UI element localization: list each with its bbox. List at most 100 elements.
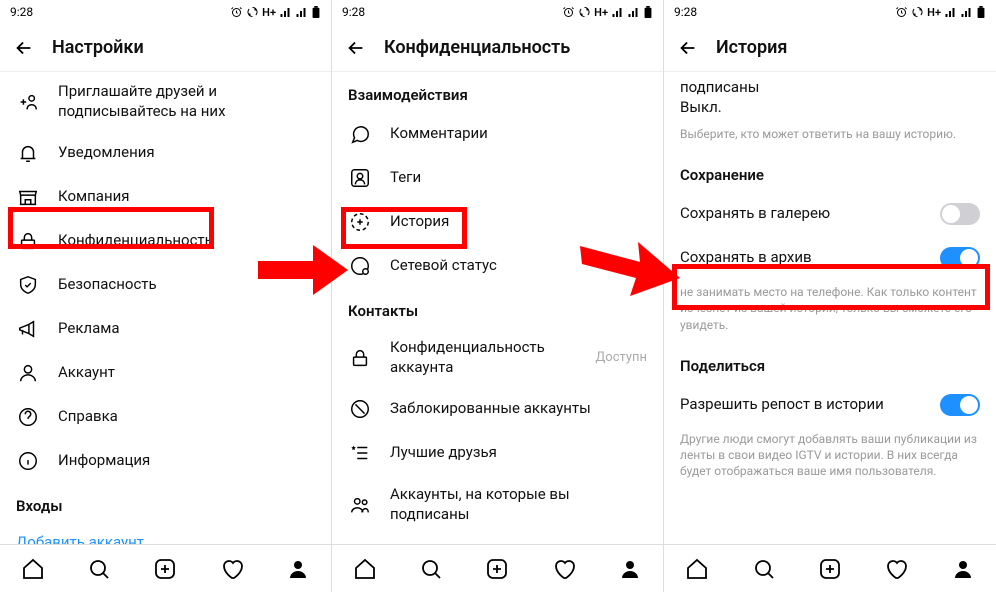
signal-icon xyxy=(611,6,624,18)
reply-hint: Выберите, кто может ответить на вашу ист… xyxy=(664,122,996,152)
comment-icon xyxy=(348,123,372,145)
nav-home[interactable] xyxy=(345,549,385,589)
status-bar: 9:28 H+ xyxy=(664,0,996,24)
row-security[interactable]: Безопасность xyxy=(0,263,331,307)
home-icon xyxy=(685,557,709,581)
status-time: 9:28 xyxy=(10,5,33,19)
nav-profile[interactable] xyxy=(943,549,983,589)
heart-icon xyxy=(552,557,576,581)
toggle-save-gallery[interactable] xyxy=(940,203,980,225)
row-label: Информация xyxy=(58,451,150,471)
heart-icon xyxy=(220,557,244,581)
row-help[interactable]: Справка xyxy=(0,395,331,439)
nav-home[interactable] xyxy=(677,549,717,589)
screen-settings: 9:28 H+ Настройки Приглашайте друзей и п… xyxy=(0,0,332,592)
logins-header: Входы xyxy=(0,483,331,523)
add-account-link[interactable]: Добавить аккаунт xyxy=(0,523,331,544)
row-privacy[interactable]: Конфиденциальность xyxy=(0,219,331,263)
row-label: Аккаунты, на которые вы подписаны xyxy=(390,485,647,524)
shield-icon xyxy=(16,274,40,296)
sync-icon xyxy=(578,6,591,18)
row-activity-status[interactable]: Сетевой статус xyxy=(332,244,663,288)
star-list-icon xyxy=(348,442,372,464)
row-ads[interactable]: Реклама xyxy=(0,307,331,351)
nav-activity[interactable] xyxy=(212,549,252,589)
alarm-icon xyxy=(230,6,243,18)
signal-icon-2 xyxy=(295,6,308,18)
story-settings: подписаны Выкл. Выберите, кто может отве… xyxy=(664,72,996,544)
search-icon xyxy=(87,557,111,581)
section-save: Сохранение xyxy=(664,152,996,192)
row-business[interactable]: Компания xyxy=(0,175,331,219)
arrow-left-icon xyxy=(677,37,699,59)
nav-home[interactable] xyxy=(13,549,53,589)
network-type: H+ xyxy=(594,6,608,18)
nav-profile[interactable] xyxy=(278,549,318,589)
row-label: Лучшие друзья xyxy=(390,443,497,463)
row-invite-friends[interactable]: Приглашайте друзей и подписывайтесь на н… xyxy=(0,72,331,131)
row-label: Сохранять в архив xyxy=(680,248,812,268)
lock-icon xyxy=(16,230,40,252)
back-button[interactable] xyxy=(344,36,368,60)
screen-story: 9:28 H+ История подписаны Выкл. Выберите… xyxy=(664,0,996,592)
signal-icon-2 xyxy=(627,6,640,18)
row-account-privacy[interactable]: Конфиденциальность аккаунта Доступн xyxy=(332,328,663,387)
row-label: Разрешить репост в истории xyxy=(680,395,884,415)
battery-icon xyxy=(643,6,653,18)
screen-privacy: 9:28 H+ Конфиденциальность Взаимодействи… xyxy=(332,0,664,592)
row-label: Теги xyxy=(390,168,421,188)
row-label: Конфиденциальность xyxy=(58,231,213,251)
bell-icon xyxy=(16,142,40,164)
header: Настройки xyxy=(0,24,331,72)
nav-add[interactable] xyxy=(810,549,850,589)
toggle-allow-repost[interactable] xyxy=(940,394,980,416)
signal-icon xyxy=(944,6,957,18)
section-interactions: Взаимодействия xyxy=(332,72,663,112)
row-story[interactable]: История xyxy=(332,200,663,244)
row-label: Конфиденциальность аккаунта xyxy=(390,338,596,377)
row-about[interactable]: Информация xyxy=(0,439,331,483)
row-following[interactable]: Аккаунты, на которые вы подписаны xyxy=(332,475,663,534)
profile-icon xyxy=(618,557,642,581)
plus-square-icon xyxy=(485,557,509,581)
status-time: 9:28 xyxy=(674,5,697,19)
heart-icon xyxy=(884,557,908,581)
row-save-gallery[interactable]: Сохранять в галерею xyxy=(664,192,996,236)
row-notifications[interactable]: Уведомления xyxy=(0,131,331,175)
nav-search[interactable] xyxy=(79,549,119,589)
sync-icon xyxy=(911,6,924,18)
profile-icon xyxy=(951,557,975,581)
back-button[interactable] xyxy=(676,36,700,60)
nav-profile[interactable] xyxy=(610,549,650,589)
nav-search[interactable] xyxy=(744,549,784,589)
row-save-archive[interactable]: Сохранять в архив xyxy=(664,236,996,280)
nav-search[interactable] xyxy=(411,549,451,589)
row-label: Приглашайте друзей и подписывайтесь на н… xyxy=(58,82,315,121)
row-label: Аккаунт xyxy=(58,363,115,383)
row-tags[interactable]: Теги xyxy=(332,156,663,200)
row-blocked[interactable]: Заблокированные аккаунты xyxy=(332,387,663,431)
nav-add[interactable] xyxy=(477,549,517,589)
nav-activity[interactable] xyxy=(876,549,916,589)
search-icon xyxy=(752,557,776,581)
row-comments[interactable]: Комментарии xyxy=(332,112,663,156)
settings-list: Приглашайте друзей и подписывайтесь на н… xyxy=(0,72,331,544)
status-bar: 9:28 H+ xyxy=(0,0,331,24)
blocked-icon xyxy=(348,398,372,420)
arrow-left-icon xyxy=(345,37,367,59)
row-close-friends[interactable]: Лучшие друзья xyxy=(332,431,663,475)
status-icons: H+ xyxy=(562,6,653,18)
toggle-save-archive[interactable] xyxy=(940,247,980,269)
row-allow-repost[interactable]: Разрешить репост в истории xyxy=(664,383,996,427)
help-icon xyxy=(16,406,40,428)
row-account[interactable]: Аккаунт xyxy=(0,351,331,395)
back-button[interactable] xyxy=(12,36,36,60)
reply-value: Выкл. xyxy=(664,98,996,122)
arrow-left-icon xyxy=(13,37,35,59)
nav-add[interactable] xyxy=(145,549,185,589)
bottom-nav xyxy=(664,544,996,592)
row-label: Сохранять в галерею xyxy=(680,204,830,224)
privacy-list: Взаимодействия Комментарии Теги История … xyxy=(332,72,663,544)
nav-activity[interactable] xyxy=(544,549,584,589)
sync-icon xyxy=(246,6,259,18)
